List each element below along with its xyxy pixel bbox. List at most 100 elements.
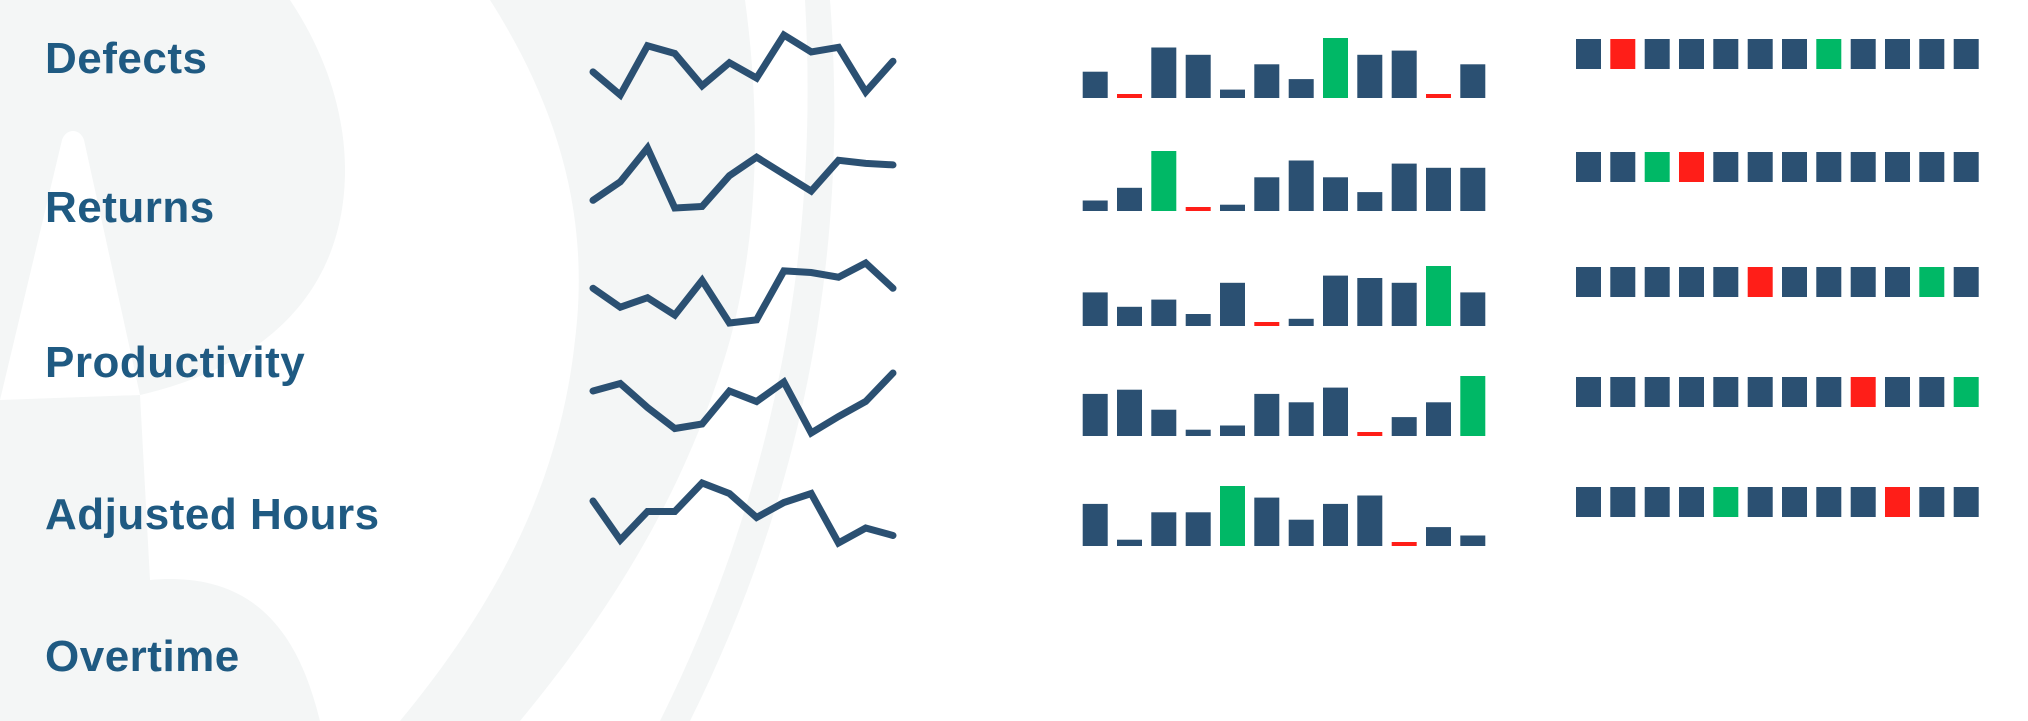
winloss-cell-none: [1713, 377, 1739, 407]
winloss-cell-loss: [1885, 487, 1910, 517]
column-bar: [1323, 38, 1348, 98]
column-bar: [1220, 425, 1245, 436]
column-bar: [1323, 275, 1348, 326]
winloss-cell-none: [1713, 267, 1739, 297]
column-bar: [1117, 187, 1142, 211]
column-bar: [1220, 282, 1245, 326]
winloss-cell-loss: [1679, 152, 1704, 182]
column-bar: [1460, 292, 1486, 326]
winloss-cell-none: [1953, 487, 1979, 517]
winloss-cell-win: [1816, 39, 1842, 69]
sparkline-path: [589, 258, 897, 327]
winloss-cell-none: [1679, 377, 1704, 407]
winloss-cell-loss: [1610, 39, 1636, 69]
column-bar: [1288, 79, 1314, 98]
winloss-cell-none: [1679, 267, 1704, 297]
winloss-cell-none: [1644, 377, 1670, 407]
column-bar: [1117, 389, 1142, 436]
winloss-cell-none: [1919, 39, 1945, 69]
row-label-adjusted-hours: Adjusted Hours: [45, 490, 380, 539]
column-bar: [1220, 204, 1245, 211]
column-bar: [1323, 503, 1348, 546]
column-bar: [1220, 486, 1245, 546]
winloss-cell-none: [1679, 487, 1704, 517]
column-bar: [1391, 542, 1417, 546]
winloss-cell-none: [1850, 487, 1876, 517]
winloss-cell-none: [1782, 487, 1807, 517]
winloss-cell-none: [1782, 267, 1807, 297]
column-bar: [1254, 322, 1280, 326]
column-bar: [1460, 376, 1486, 436]
column-bar: [1220, 89, 1245, 98]
column-bar: [1117, 306, 1142, 326]
winloss-sparkline-adjusted-hours: [1576, 377, 1979, 407]
column-bar: [1254, 393, 1280, 436]
winloss-cell-none: [1644, 267, 1670, 297]
winloss-sparkline-productivity: [1576, 267, 1979, 297]
sparkline-path: [589, 141, 897, 212]
winloss-cell-none: [1816, 487, 1842, 517]
column-bar: [1082, 71, 1108, 98]
row-label-productivity: Productivity: [45, 338, 306, 387]
winloss-cell-none: [1679, 39, 1704, 69]
line-sparkline-overtime: [589, 478, 897, 548]
winloss-cell-none: [1816, 267, 1842, 297]
winloss-cell-none: [1576, 152, 1601, 182]
column-bar: [1151, 512, 1177, 546]
winloss-sparkline-overtime: [1576, 487, 1979, 517]
winloss-cell-none: [1953, 39, 1979, 69]
column-bar: [1357, 495, 1383, 546]
column-bar: [1357, 278, 1383, 326]
winloss-cell-win: [1953, 377, 1979, 407]
column-bar: [1082, 200, 1108, 211]
column-bar: [1185, 429, 1211, 436]
column-bar: [1254, 497, 1280, 546]
column-bar: [1185, 512, 1211, 546]
winloss-cell-win: [1919, 267, 1945, 297]
column-bar: [1460, 64, 1486, 98]
column-bar: [1185, 207, 1211, 211]
column-bar: [1288, 519, 1314, 546]
column-bar: [1391, 163, 1417, 211]
sparkline-path: [589, 478, 897, 548]
column-bar: [1117, 539, 1142, 546]
winloss-cell-none: [1610, 267, 1636, 297]
winloss-cell-none: [1576, 377, 1601, 407]
sparkline-path: [589, 369, 897, 438]
column-sparkline-returns: [1082, 151, 1486, 211]
row-label-defects: Defects: [45, 34, 208, 83]
winloss-cell-none: [1885, 377, 1910, 407]
winloss-cell-win: [1713, 487, 1739, 517]
column-bar: [1151, 409, 1177, 436]
row-label-returns: Returns: [45, 183, 215, 232]
column-bar: [1117, 94, 1142, 98]
line-sparkline-returns: [589, 141, 897, 212]
winloss-cell-none: [1885, 39, 1910, 69]
column-bar: [1426, 402, 1451, 436]
column-bar: [1082, 503, 1108, 546]
winloss-cell-none: [1610, 152, 1636, 182]
winloss-cell-none: [1953, 267, 1979, 297]
winloss-cell-none: [1919, 152, 1945, 182]
column-bar: [1288, 402, 1314, 436]
winloss-cell-none: [1747, 487, 1773, 517]
winloss-cell-none: [1610, 487, 1636, 517]
column-bar: [1323, 387, 1348, 436]
winloss-cell-none: [1885, 152, 1910, 182]
winloss-cell-loss: [1747, 267, 1773, 297]
winloss-cell-none: [1713, 39, 1739, 69]
winloss-cell-none: [1816, 152, 1842, 182]
winloss-cell-none: [1850, 39, 1876, 69]
column-bar: [1357, 432, 1383, 436]
column-bar: [1460, 167, 1486, 211]
column-bar: [1460, 535, 1486, 546]
column-bar: [1426, 167, 1451, 211]
winloss-cell-none: [1610, 377, 1636, 407]
column-bar: [1426, 94, 1451, 98]
winloss-cell-none: [1747, 39, 1773, 69]
column-bar: [1151, 47, 1177, 98]
winloss-sparkline-returns: [1576, 152, 1979, 182]
winloss-cell-none: [1644, 39, 1670, 69]
sparkline-path: [589, 30, 897, 101]
column-bar: [1323, 177, 1348, 211]
